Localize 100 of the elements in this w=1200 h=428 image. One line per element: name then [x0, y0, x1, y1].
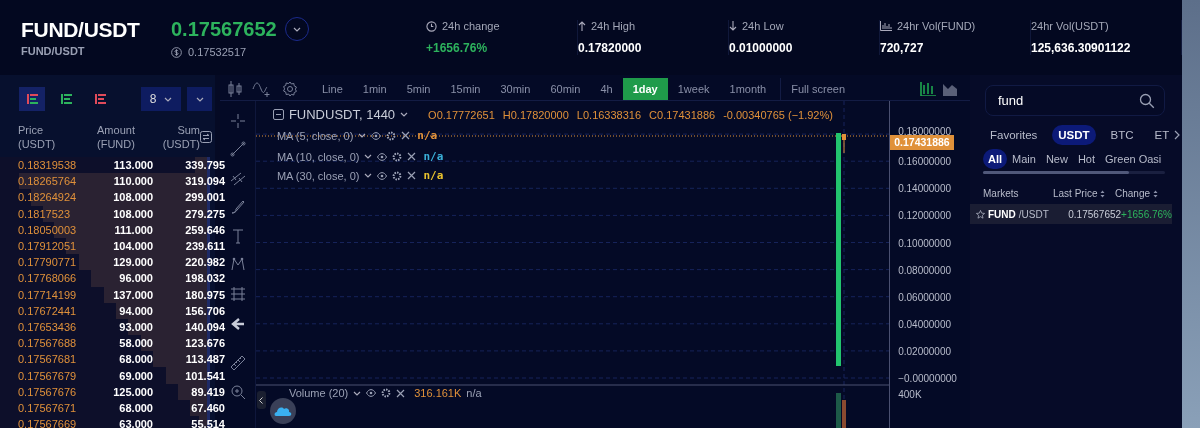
settings-icon[interactable]	[282, 81, 298, 97]
interval-tab[interactable]: 4h	[590, 78, 623, 100]
category-tab[interactable]: Main	[1007, 149, 1041, 169]
volume-bars-drawing	[835, 393, 846, 428]
arrow-down-icon	[729, 21, 737, 31]
eye-icon[interactable]	[377, 152, 388, 161]
price-tick: 0.18000000	[898, 125, 952, 137]
eye-icon[interactable]	[377, 171, 388, 180]
sum-cell-text: 123.676	[184, 337, 225, 350]
candlestick-icon[interactable]	[228, 81, 242, 97]
column-header: Sum (USDT)	[161, 123, 200, 151]
price-tick: 0.06000000	[898, 291, 952, 303]
interval-tab[interactable]: 1month	[719, 78, 777, 100]
price-cell-text: 0.17567679	[18, 369, 78, 382]
ohlc-value: H0.17820000	[502, 108, 569, 121]
brush-icon[interactable]	[230, 199, 246, 215]
quote-tab[interactable]: ET	[1148, 125, 1176, 145]
amount-cell-text: 58.000	[118, 337, 153, 350]
stat-label: 24h Low	[742, 20, 784, 32]
fullscreen-button[interactable]: Full screen	[780, 78, 855, 100]
search-field[interactable]: fund	[985, 85, 1165, 116]
settings-icon[interactable]	[381, 388, 392, 398]
quote-tab[interactable]: Favorites	[984, 125, 1044, 145]
clock-icon	[426, 20, 437, 32]
zoom-in-icon[interactable]	[230, 384, 246, 400]
sum-cell-text: 67.460	[190, 401, 225, 414]
indicator-label: Volume (20)	[288, 387, 349, 399]
stat-value: 0.01000000	[729, 41, 794, 55]
sum-cell-text: 220.982	[184, 256, 225, 269]
category-tab[interactable]: All	[983, 149, 1008, 169]
category-tab[interactable]: Hot	[1072, 149, 1101, 169]
order-view-icon	[26, 94, 38, 104]
pattern-icon[interactable]	[230, 256, 246, 272]
sum-cell-text: 279.275	[184, 207, 225, 220]
indicator-value: n/a	[423, 169, 444, 182]
ohlc-value: -0.00340765 (−1.92%)	[723, 108, 833, 121]
quote-tab[interactable]: BTC	[1104, 125, 1140, 145]
interval-tab[interactable]: 60min	[540, 78, 591, 100]
category-tab[interactable]: Green Oasi	[1100, 149, 1167, 169]
close-icon[interactable]	[396, 388, 406, 398]
area-chart-icon[interactable]	[942, 82, 958, 96]
current-price-label: 0.17431886	[890, 135, 954, 150]
close-icon[interactable]	[407, 152, 417, 161]
column-header[interactable]: Last Price	[1053, 188, 1098, 199]
eye-icon[interactable]	[366, 389, 377, 397]
interval-tab[interactable]: Line	[312, 78, 353, 100]
ruler-icon[interactable]	[230, 355, 246, 371]
price-tick: 0.12000000	[898, 209, 952, 221]
amount-cell-text: 94.000	[118, 304, 153, 317]
eye-icon[interactable]	[371, 131, 382, 140]
column-header[interactable]: Change	[1115, 188, 1151, 199]
amount-cell: 104.000	[113, 240, 153, 253]
search-icon[interactable]	[1139, 93, 1155, 109]
volume-extra: n/a	[466, 387, 482, 399]
market-row[interactable]: FUND /USDT 0.17567652+1656.76%	[970, 204, 1172, 224]
sum-cell-text: 113.487	[184, 353, 225, 366]
interval-tab[interactable]: 1week	[667, 78, 720, 100]
price-cell-text: 0.17567676	[18, 385, 78, 398]
sort-icon[interactable]	[1100, 189, 1106, 198]
sum-cell-text: 140.094	[184, 320, 225, 333]
settings-icon[interactable]	[386, 130, 397, 141]
amount-cell: 108.000	[113, 207, 153, 220]
interval-tab[interactable]: 1min	[352, 78, 397, 100]
fib-tool-icon[interactable]	[230, 286, 246, 302]
collapse-icon[interactable]	[272, 109, 284, 120]
trend-line-icon[interactable]	[230, 141, 246, 157]
close-icon[interactable]	[407, 171, 417, 180]
interval-tab[interactable]: 30min	[490, 78, 541, 100]
amount-cell-text: 69.000	[118, 369, 153, 382]
quote-tab[interactable]: USDT	[1052, 125, 1096, 145]
sort-icon[interactable]	[1153, 189, 1159, 198]
cloud-button[interactable]	[269, 398, 296, 424]
settings-icon[interactable]	[392, 151, 403, 162]
arrow-left-icon[interactable]	[230, 316, 246, 332]
precision-select[interactable]: 8	[141, 87, 181, 111]
price-cell-text: 0.17714199	[18, 288, 78, 301]
price-tick: −0.00000000	[898, 372, 957, 384]
parallel-lines-icon[interactable]	[230, 170, 246, 186]
chevron-right-icon[interactable]	[1174, 130, 1181, 140]
view-toggle[interactable]	[19, 87, 45, 111]
chevron-down-icon	[353, 390, 362, 396]
price-tick: 0.10000000	[898, 237, 952, 248]
interval-tab[interactable]: 15min	[440, 78, 491, 100]
collapse-button[interactable]	[256, 391, 266, 409]
ohlc-value: O0.17772651	[428, 108, 495, 121]
indicator-label: MA (30, close, 0)	[276, 169, 360, 182]
close-icon[interactable]	[401, 131, 411, 140]
category-tab[interactable]: New	[1040, 149, 1073, 169]
candle-chart-icon[interactable]	[920, 82, 936, 96]
indicator-value: n/a	[423, 150, 444, 163]
interval-tab[interactable]: 5min	[396, 78, 441, 100]
swap-icon[interactable]	[200, 131, 212, 143]
indicator-add-icon[interactable]	[252, 81, 272, 97]
amount-cell-text: 68.000	[118, 353, 153, 366]
volume-tick: 400K	[898, 388, 922, 400]
settings-icon[interactable]	[392, 170, 403, 181]
price-cell-text: 0.18265764	[18, 175, 78, 188]
chevron-down-icon	[292, 26, 301, 32]
interval-tab[interactable]: 1day	[622, 78, 668, 100]
star-icon[interactable]	[976, 209, 985, 219]
